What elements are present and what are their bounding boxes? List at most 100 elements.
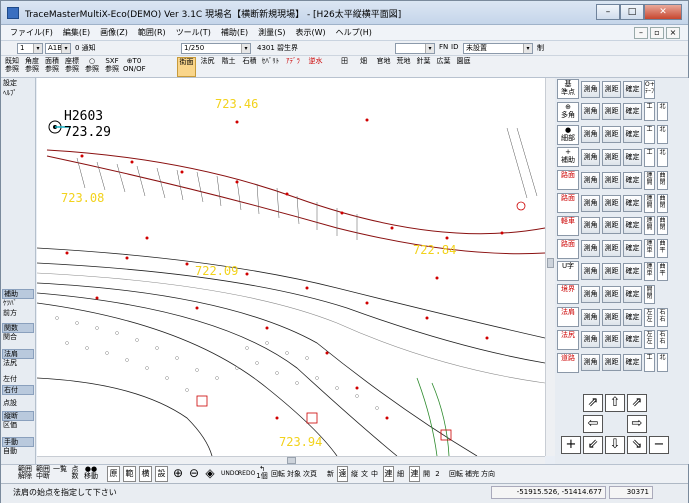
mdi-restore-button[interactable]: ▫	[650, 27, 664, 39]
confirm-button[interactable]: 確定	[623, 308, 642, 326]
coord-ref-tool[interactable]: 座標 参照	[63, 57, 81, 77]
menu-tool[interactable]: ツール(T)	[171, 27, 216, 38]
arrow-right-button[interactable]: ⇨	[627, 415, 647, 433]
range-release-button[interactable]: 範囲 解除	[17, 466, 33, 482]
separator-tool[interactable]: ｾﾊﾞﾘﾄ	[261, 57, 280, 77]
confirm-button[interactable]: 確定	[623, 80, 642, 98]
zoom-in-icon[interactable]: ⊕	[171, 466, 185, 482]
confirm-button[interactable]: 確定	[623, 331, 642, 349]
area-ref-tool[interactable]: 面積 参照	[43, 57, 61, 77]
measure-angle-button[interactable]: 測角	[581, 171, 600, 189]
drawing-canvas[interactable]: H2603 723.29 723.46 723.08 722.84 722.09…	[37, 78, 545, 456]
measure-type-icon[interactable]: 路面	[557, 193, 579, 213]
horizontal-button[interactable]: 横	[139, 466, 152, 482]
option-button-2[interactable]: 曲 閉	[657, 193, 668, 213]
list-button[interactable]: 一覧	[53, 466, 67, 482]
reverse-water-tool[interactable]: 逆水	[307, 57, 324, 77]
confirm-button[interactable]: 確定	[623, 103, 642, 121]
confirm-button[interactable]: 確定	[623, 126, 642, 144]
measure-angle-button[interactable]: 測角	[581, 194, 600, 212]
measure-angle-button[interactable]: 測角	[581, 308, 600, 326]
menu-edit[interactable]: 編集(E)	[58, 27, 95, 38]
complement-button[interactable]: 補完	[465, 466, 479, 482]
measure-angle-button[interactable]: 測角	[581, 285, 600, 303]
public-land-tool[interactable]: 官地	[375, 57, 392, 77]
left-slope-foot-button[interactable]: 法尻	[2, 359, 34, 367]
paper-combo[interactable]: A1B ▾	[45, 43, 71, 54]
measure-distance-button[interactable]: 測距	[602, 103, 621, 121]
measure-angle-button[interactable]: 測角	[581, 262, 600, 280]
ratio-combo[interactable]: 1/250 ▾	[181, 43, 251, 54]
measure-type-icon[interactable]: 基 準点	[557, 79, 579, 99]
point-count-button[interactable]: 点 数	[69, 466, 81, 482]
arrow-down-left-button[interactable]: ⇙	[583, 436, 603, 454]
measure-distance-button[interactable]: 測距	[602, 240, 621, 258]
street-face-tool[interactable]: 街面	[177, 57, 196, 77]
field-tool[interactable]: 田	[337, 57, 352, 77]
measure-type-icon[interactable]: ⊕ 多角	[557, 101, 579, 122]
vertical-scrollbar[interactable]	[545, 78, 555, 456]
left-point-setting-button[interactable]: 点設	[2, 399, 34, 407]
wasteland-tool[interactable]: 荒地	[395, 57, 412, 77]
left-settings-button[interactable]: 設定	[2, 79, 34, 87]
left-auto-button[interactable]: 自動	[2, 447, 34, 455]
confirm-button[interactable]: 確定	[623, 285, 642, 303]
mdi-close-button[interactable]: ×	[666, 27, 680, 39]
close-button[interactable]: ✕	[644, 4, 682, 20]
horizontal-scroll-thumb[interactable]	[287, 457, 296, 464]
option-button-1[interactable]: 連 単	[644, 261, 655, 281]
measure-angle-button[interactable]: 測角	[581, 217, 600, 235]
option-button-1[interactable]: 連 開	[644, 193, 655, 213]
zoom-minus-button[interactable]: −	[649, 436, 669, 454]
confirm-button[interactable]: 確定	[623, 262, 642, 280]
option-button-2[interactable]: 曲 平	[657, 261, 668, 281]
measure-angle-button[interactable]: 測角	[581, 126, 600, 144]
marker-circle[interactable]	[516, 201, 526, 211]
menu-file[interactable]: ファイル(F)	[5, 27, 58, 38]
range-button[interactable]: 範	[123, 466, 136, 482]
range-interrupt-button[interactable]: 範囲 中断	[35, 466, 51, 482]
angle-ref-tool[interactable]: 角度 参照	[23, 57, 41, 77]
zoom-plus-button[interactable]: +	[561, 436, 581, 454]
arrow-down-button[interactable]: ⇩	[605, 436, 625, 454]
option-button-1[interactable]: 連 単	[644, 239, 655, 259]
left-attach-left-button[interactable]: 左付	[2, 375, 34, 383]
measure-type-icon[interactable]: 法肩	[557, 307, 579, 327]
measure-distance-button[interactable]: 測距	[602, 331, 621, 349]
confirm-button[interactable]: 確定	[623, 171, 642, 189]
menu-help[interactable]: ヘルプ(H)	[331, 27, 377, 38]
measure-distance-button[interactable]: 測距	[602, 194, 621, 212]
option-button-2[interactable]: 曲 平	[657, 239, 668, 259]
measure-type-icon[interactable]: 道路	[557, 352, 579, 373]
horizontal-scrollbar[interactable]	[37, 456, 545, 464]
two-button[interactable]: 2	[433, 466, 442, 482]
left-ketsuba-button[interactable]: ｹﾂﾊﾞ	[2, 299, 34, 307]
option-button-1[interactable]: 工	[644, 147, 655, 167]
arrow-down-right-button[interactable]: ⇘	[627, 436, 647, 454]
option-button-1[interactable]: 工	[644, 353, 655, 373]
arrow-left-button[interactable]: ⇦	[583, 415, 603, 433]
direction-button[interactable]: 方向	[481, 466, 495, 482]
vertical-scroll-thumb[interactable]	[547, 258, 554, 268]
circle-ref-tool[interactable]: ○ 参照	[83, 57, 101, 77]
new-button[interactable]: 新	[325, 466, 336, 482]
marker-box-2[interactable]	[306, 412, 318, 424]
option-button-1[interactable]: 連 開	[644, 170, 655, 190]
option-button-2[interactable]: 曲 閉	[657, 216, 668, 236]
arrow-up-button[interactable]: ⇧	[605, 394, 625, 412]
adera-tool[interactable]: ｱﾃﾞﾗ	[282, 57, 304, 77]
measure-type-icon[interactable]: 境界	[557, 284, 579, 305]
scale-combo[interactable]: 1 ▾	[17, 43, 43, 54]
confirm-button[interactable]: 確定	[623, 194, 642, 212]
one-back-button[interactable]: ↰ 1個	[255, 466, 269, 482]
confirm-button[interactable]: 確定	[623, 148, 642, 166]
measure-distance-button[interactable]: 測距	[602, 80, 621, 98]
move-button[interactable]: ●● 移動	[83, 466, 99, 482]
farm-tool[interactable]: 畑	[356, 57, 371, 77]
conifer-tool[interactable]: 針葉	[415, 57, 432, 77]
menu-range[interactable]: 範囲(R)	[133, 27, 171, 38]
garden-tool[interactable]: 園庭	[455, 57, 472, 77]
settings-button[interactable]: 設	[155, 466, 168, 482]
measure-angle-button[interactable]: 測角	[581, 80, 600, 98]
step-tool[interactable]: 階土	[219, 57, 238, 77]
